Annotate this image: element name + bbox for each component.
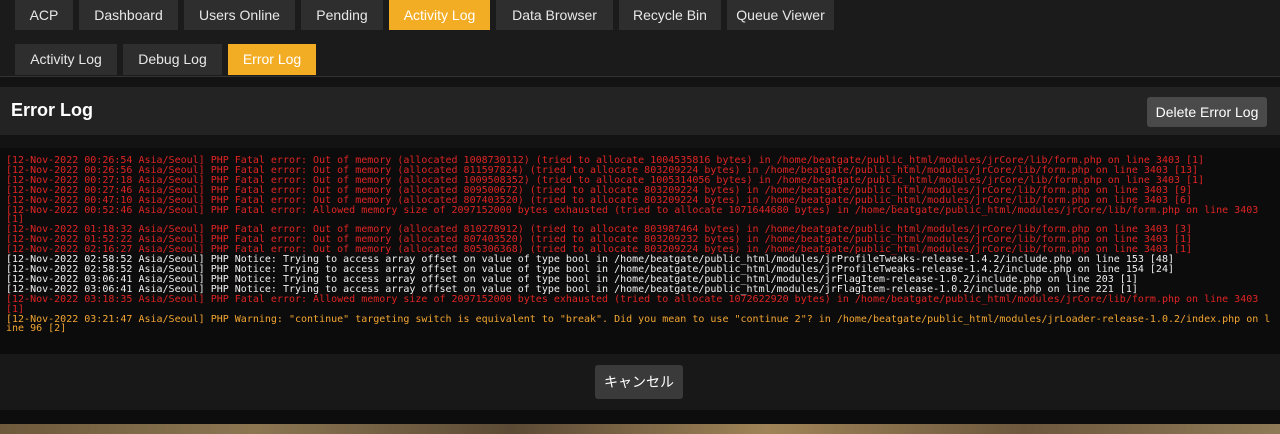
background-image-strip bbox=[0, 424, 1280, 434]
subtab-error-log[interactable]: Error Log bbox=[228, 44, 316, 75]
tab-recycle-bin[interactable]: Recycle Bin bbox=[619, 0, 721, 30]
main-tab-bar: ACP Dashboard Users Online Pending Activ… bbox=[0, 0, 1280, 30]
tab-pending[interactable]: Pending bbox=[301, 0, 383, 30]
log-line-error: [12-Nov-2022 00:52:46 Asia/Seoul] PHP Fa… bbox=[6, 204, 1265, 226]
tab-queue-viewer[interactable]: Queue Viewer bbox=[727, 0, 834, 30]
sub-tab-bar: Activity Log Debug Log Error Log bbox=[0, 30, 1280, 77]
subtab-activity-log[interactable]: Activity Log bbox=[15, 44, 117, 75]
page-title: Error Log bbox=[11, 100, 94, 120]
tab-dashboard[interactable]: Dashboard bbox=[79, 0, 178, 30]
log-line-warning: [12-Nov-2022 03:21:47 Asia/Seoul] PHP Wa… bbox=[6, 313, 1271, 335]
page-header: Error Log bbox=[0, 87, 1280, 135]
error-log-panel[interactable]: [12-Nov-2022 00:26:54 Asia/Seoul] PHP Fa… bbox=[0, 148, 1280, 354]
delete-error-log-button[interactable]: Delete Error Log bbox=[1147, 97, 1267, 127]
tab-users-online[interactable]: Users Online bbox=[184, 0, 295, 30]
log-line-error: [12-Nov-2022 03:18:35 Asia/Seoul] PHP Fa… bbox=[6, 293, 1265, 315]
subtab-debug-log[interactable]: Debug Log bbox=[123, 44, 222, 75]
tab-activity-log[interactable]: Activity Log bbox=[389, 0, 490, 30]
tab-acp[interactable]: ACP bbox=[15, 0, 73, 30]
log-lines: [12-Nov-2022 00:26:54 Asia/Seoul] PHP Fa… bbox=[6, 156, 1276, 334]
tab-data-browser[interactable]: Data Browser bbox=[496, 0, 613, 30]
cancel-button[interactable]: キャンセル bbox=[595, 365, 683, 399]
